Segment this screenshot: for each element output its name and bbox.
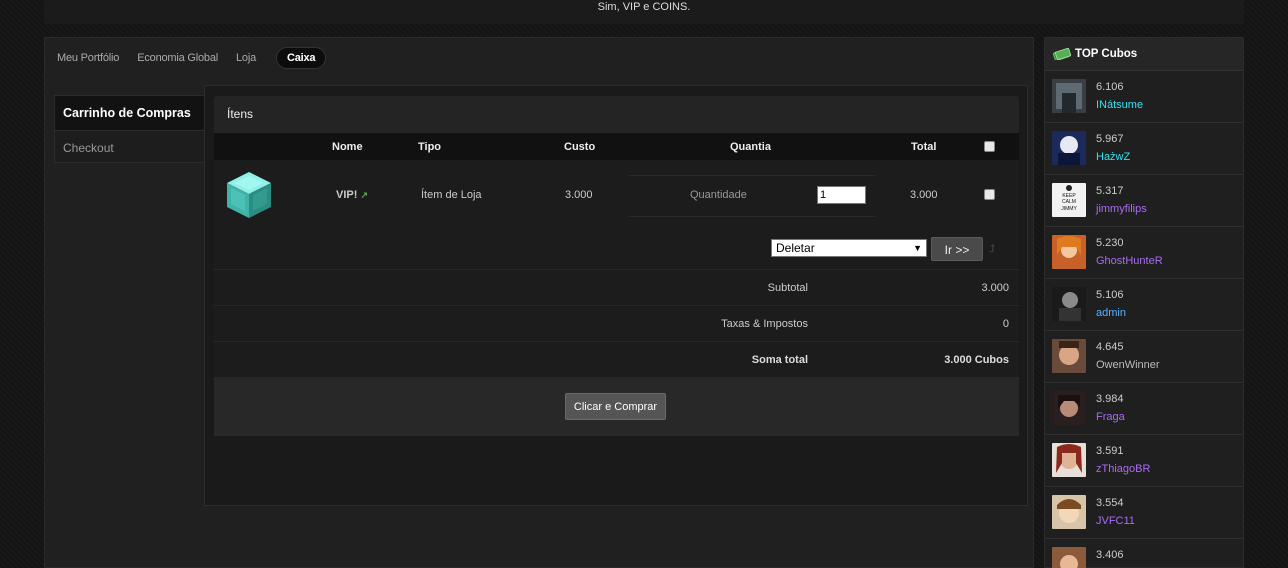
nav-shopping-cart[interactable]: Carrinho de Compras (55, 96, 205, 130)
item-type: Ítem de Loja (421, 189, 482, 201)
subtotal-row: Subtotal 3.000 (214, 270, 1019, 306)
tab-global-economy[interactable]: Economia Global (137, 52, 218, 64)
tab-store[interactable]: Loja (236, 52, 256, 64)
leaderboard-entry[interactable]: 5.967 HażwZ (1045, 123, 1243, 175)
leaderboard-entry[interactable]: 6.106 INátsume (1045, 71, 1243, 123)
col-qty: Quantia (730, 140, 771, 153)
leaderboard-entry[interactable]: 5.106 admin (1045, 279, 1243, 331)
items-panel: Ítens Nome Tipo Custo Quantia Total VIP!… (214, 96, 1019, 436)
leaderboard-entry[interactable]: KEEP CALM JIMMY 5.317 jimmyfilips (1045, 175, 1243, 227)
avatar (1052, 131, 1086, 165)
item-checkbox[interactable] (984, 189, 995, 200)
entry-score: 3.406 (1096, 549, 1124, 561)
avatar (1052, 79, 1086, 113)
checkout-footer: Clicar e Comprar (214, 378, 1019, 436)
tab-portfolio[interactable]: Meu Portfólio (57, 52, 119, 64)
entry-name[interactable]: GhostHunteR (1096, 255, 1163, 267)
nav-checkout[interactable]: Checkout (55, 130, 205, 164)
entry-name[interactable]: HażwZ (1096, 151, 1130, 163)
bulk-action-row: Deletar ▼ Ir >> ⮥ (214, 232, 1019, 270)
cart-content: Ítens Nome Tipo Custo Quantia Total VIP!… (204, 85, 1028, 506)
announcement-text: Sim, VIP e COINS. (597, 1, 691, 13)
avatar (1052, 547, 1086, 568)
avatar (1052, 235, 1086, 269)
leaderboard-entry[interactable]: 4.645 OwenWinner (1045, 331, 1243, 383)
nav-tabs: Meu Portfólio Economia Global Loja Caixa (57, 46, 327, 70)
avatar: KEEP CALM JIMMY (1052, 183, 1086, 217)
svg-text:JIMMY: JIMMY (1061, 206, 1077, 212)
leaderboard-entry[interactable]: 3.591 zThiagoBR (1045, 435, 1243, 487)
table-row: VIP! ↗ Ítem de Loja 3.000 Quantidade 1 3… (214, 160, 1019, 232)
taxes-label: Taxas & Impostos (721, 318, 808, 330)
taxes-row: Taxas & Impostos 0 (214, 306, 1019, 342)
svg-text:CALM: CALM (1062, 199, 1076, 205)
sidebar-header: TOP Cubos (1045, 38, 1243, 71)
entry-score: 3.591 (1096, 445, 1124, 457)
top-cubes-sidebar: TOP Cubos 6.106 INátsume 5.967 HażwZ KEE… (1044, 37, 1244, 568)
avatar (1052, 495, 1086, 529)
grand-total-value: 3.000 Cubos (944, 354, 1009, 366)
tab-cashier[interactable]: Caixa (276, 47, 327, 69)
grand-total-label: Soma total (751, 354, 808, 366)
money-icon (1053, 48, 1071, 60)
avatar (1052, 443, 1086, 477)
leaderboard-entry[interactable]: 5.230 GhostHunteR (1045, 227, 1243, 279)
col-type: Tipo (418, 140, 442, 153)
entry-name[interactable]: jimmyfilips (1096, 203, 1147, 215)
go-button[interactable]: Ir >> (931, 237, 983, 261)
entry-score: 6.106 (1096, 81, 1124, 93)
action-selected: Deletar (776, 241, 815, 255)
entry-score: 5.106 (1096, 289, 1124, 301)
leaderboard-entry[interactable]: 3.406 (1045, 539, 1243, 568)
diamond-block-icon (227, 172, 271, 218)
item-cost: 3.000 (565, 189, 593, 201)
sidebar-title: TOP Cubos (1075, 48, 1138, 60)
entry-score: 4.645 (1096, 341, 1124, 353)
leaderboard-entry[interactable]: 3.984 Fraga (1045, 383, 1243, 435)
arrow-icon: ⮥ (989, 243, 996, 255)
col-name: Nome (332, 140, 363, 153)
leaderboard-entry[interactable]: 3.554 JVFC11 (1045, 487, 1243, 539)
col-cost: Custo (564, 140, 596, 153)
entry-name[interactable]: Fraga (1096, 411, 1125, 423)
avatar (1052, 287, 1086, 321)
avatar (1052, 391, 1086, 425)
buy-button[interactable]: Clicar e Comprar (565, 393, 666, 420)
item-name-link[interactable]: VIP! ↗ (336, 189, 368, 201)
action-select[interactable]: Deletar ▼ (771, 239, 927, 257)
entry-score: 5.317 (1096, 185, 1124, 197)
quantity-label: Quantidade (690, 189, 747, 201)
entry-score: 3.554 (1096, 497, 1124, 509)
quantity-input[interactable]: 1 (817, 186, 866, 204)
main-panel: Meu Portfólio Economia Global Loja Caixa… (44, 37, 1034, 568)
announcement-bar: Sim, VIP e COINS. (44, 0, 1244, 24)
entry-name[interactable]: INátsume (1096, 99, 1143, 111)
entry-score: 5.967 (1096, 133, 1124, 145)
entry-name[interactable]: admin (1096, 307, 1126, 319)
entry-score: 3.984 (1096, 393, 1124, 405)
table-header: Nome Tipo Custo Quantia Total (214, 133, 1019, 160)
avatar (1052, 339, 1086, 373)
panel-title: Ítens (214, 96, 1019, 133)
item-total: 3.000 (910, 189, 938, 201)
subtotal-value: 3.000 (981, 282, 1009, 294)
entry-score: 5.230 (1096, 237, 1124, 249)
taxes-value: 0 (1002, 318, 1009, 330)
grand-total-row: Soma total 3.000 Cubos (214, 342, 1019, 378)
cart-nav: Carrinho de Compras Checkout (54, 95, 206, 163)
select-all-checkbox[interactable] (984, 141, 995, 152)
col-total: Total (911, 140, 937, 153)
chevron-down-icon: ▼ (913, 243, 922, 253)
subtotal-label: Subtotal (767, 282, 808, 294)
external-link-icon: ↗ (360, 190, 369, 200)
entry-name[interactable]: zThiagoBR (1096, 463, 1150, 475)
entry-name[interactable]: OwenWinner (1096, 359, 1160, 371)
entry-name[interactable]: JVFC11 (1096, 515, 1135, 527)
item-name: VIP! (336, 189, 358, 201)
